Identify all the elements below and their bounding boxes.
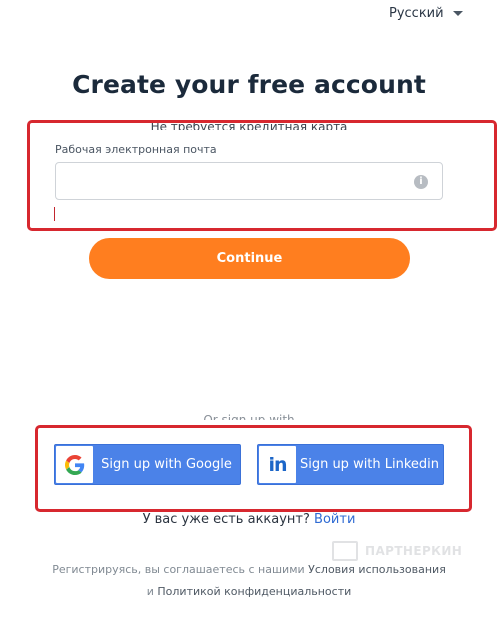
email-input[interactable] — [55, 162, 443, 200]
language-selector[interactable]: Русский — [389, 4, 463, 22]
login-link[interactable]: Войти — [314, 512, 355, 527]
google-signup-button[interactable]: Sign up with Google — [54, 444, 241, 485]
login-prompt-text: У вас уже есть аккаунт? — [142, 512, 310, 527]
linkedin-button-label: Sign up with Linkedin — [299, 457, 440, 472]
continue-button[interactable]: Continue — [89, 238, 410, 279]
privacy-policy-link[interactable]: Политикой конфиденциальности — [157, 585, 351, 598]
google-icon — [56, 446, 93, 483]
email-label: Рабочая электронная почта — [55, 143, 217, 156]
error-marker — [54, 207, 55, 221]
google-button-label: Sign up with Google — [101, 457, 232, 472]
caret-down-icon — [452, 11, 463, 16]
linkedin-signup-button[interactable]: in Sign up with Linkedin — [257, 444, 444, 485]
terms-and: и — [146, 585, 154, 598]
watermark-text: ПАРТНЕРКИН — [365, 544, 463, 558]
login-prompt: У вас уже есть аккаунт? Войти — [0, 512, 498, 527]
watermark: ПАРТНЕРКИН — [332, 541, 462, 561]
linkedin-icon: in — [259, 446, 296, 483]
linkedin-icon-text: in — [268, 453, 287, 476]
terms-text: Регистрируясь, вы соглашаетесь с нашими … — [0, 559, 498, 603]
page-title: Create your free account — [72, 70, 426, 99]
watermark-logo-icon — [332, 541, 358, 561]
terms-prefix: Регистрируясь, вы соглашаетесь с нашими — [52, 563, 305, 576]
or-sign-up-text: Or sign up with — [203, 413, 295, 420]
info-icon: i — [414, 175, 428, 189]
language-label: Русский — [389, 5, 444, 21]
terms-of-use-link[interactable]: Условия использования — [308, 563, 446, 576]
